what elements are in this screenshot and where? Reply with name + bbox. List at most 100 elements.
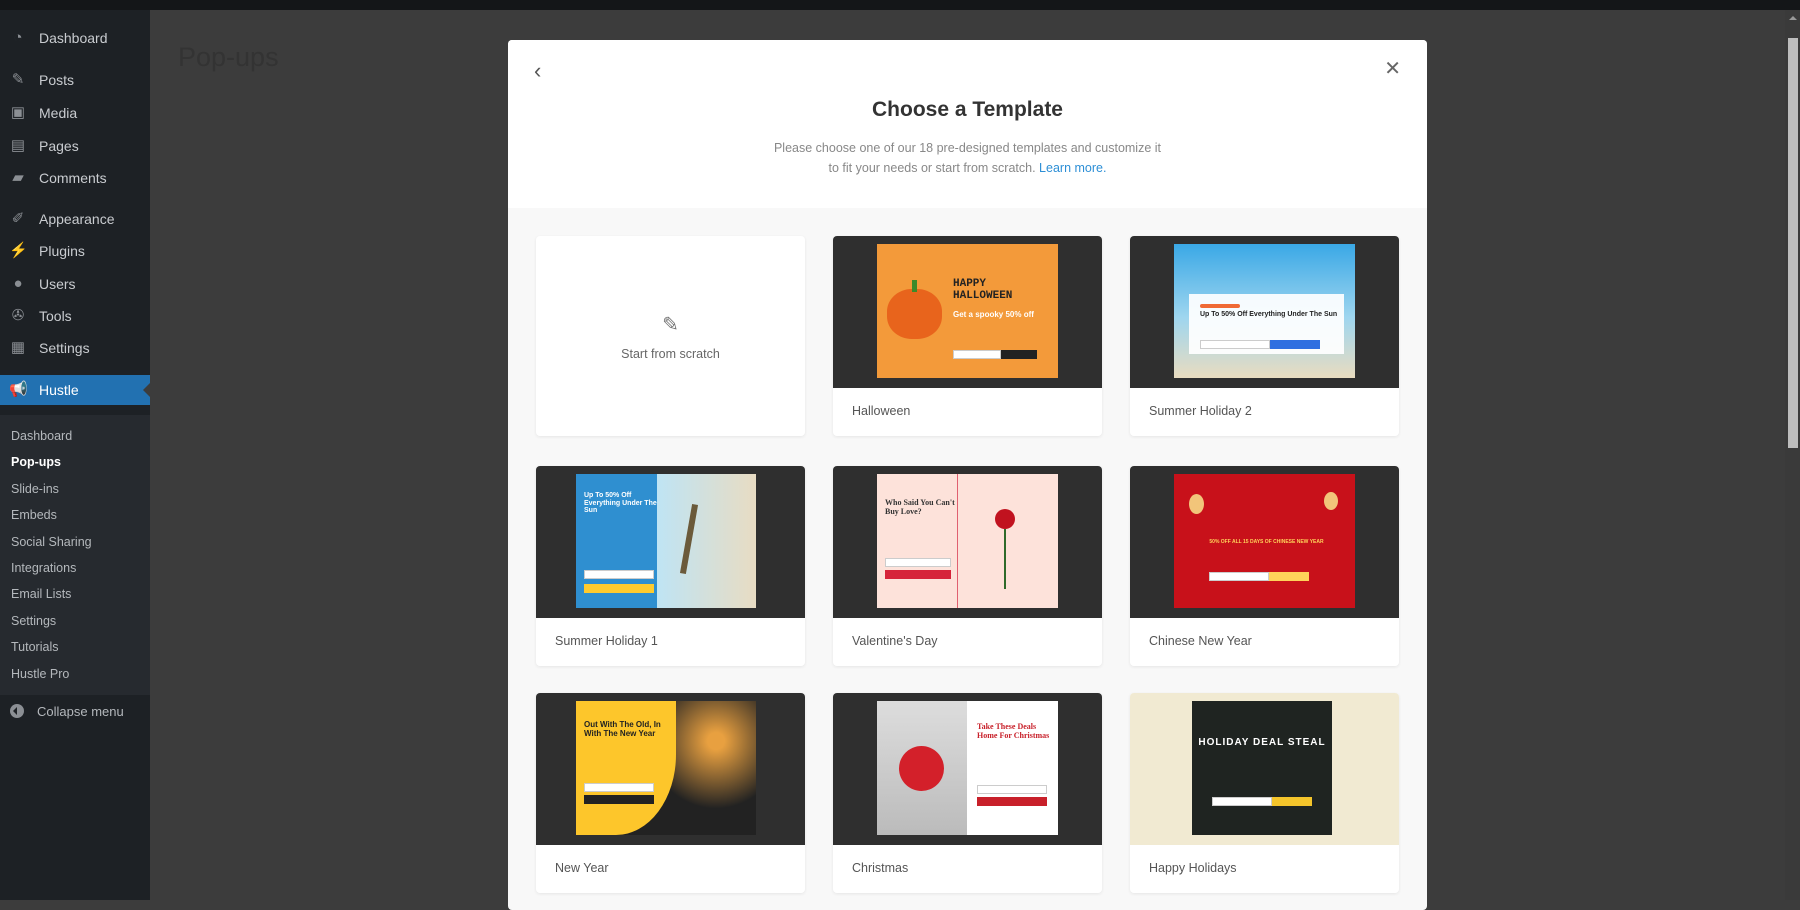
- preview-email-input: [885, 558, 951, 567]
- sidebar-item-plugins[interactable]: ⚡ Plugins: [0, 236, 150, 266]
- hustle-submenu: Dashboard Pop-ups Slide-ins Embeds Social Sh…: [0, 415, 150, 695]
- user-icon: ●: [13, 275, 23, 292]
- template-heading: 50% OFF ALL 15 DAYS OF CHINESE NEW YEAR: [1209, 539, 1324, 545]
- rose-icon: [995, 509, 1015, 529]
- start-from-scratch-card[interactable]: ✎ Start from scratch: [536, 236, 805, 436]
- preview-button: [1001, 350, 1037, 359]
- pages-icon: ▤: [10, 137, 26, 154]
- template-card-new-year[interactable]: Out With The Old, In With The New Year Ne…: [536, 693, 805, 893]
- template-heading: HOLIDAY DEAL STEAL: [1198, 737, 1326, 748]
- learn-more-link[interactable]: Learn more.: [1039, 161, 1106, 175]
- template-name: Chinese New Year: [1149, 634, 1252, 648]
- submenu-item-social-sharing[interactable]: Social Sharing: [11, 535, 92, 549]
- palm-tree-icon: [679, 504, 699, 574]
- template-preview: Who Said You Can't Buy Love?: [833, 466, 1102, 618]
- settings-icon: ▦: [10, 339, 26, 356]
- preview-email-input: [953, 350, 1001, 359]
- pin-icon: ✎: [11, 71, 25, 88]
- template-name: Summer Holiday 2: [1149, 404, 1252, 418]
- template-preview: Up To 50% Off Everything Under The Sun: [1130, 236, 1399, 388]
- template-preview: Up To 50% Off Everything Under The Sun: [536, 466, 805, 618]
- template-card-chinese-new-year[interactable]: 50% OFF ALL 15 DAYS OF CHINESE NEW YEAR C…: [1130, 466, 1399, 666]
- preview-email-input: [584, 570, 654, 579]
- sidebar-item-dashboard[interactable]: ◔ Dashboard: [0, 23, 150, 53]
- pencil-icon: ✎: [662, 313, 679, 336]
- submenu-item-tutorials[interactable]: Tutorials: [11, 640, 58, 654]
- sidebar-item-hustle[interactable]: 📢 Hustle: [0, 375, 150, 405]
- scrollbar-thumb[interactable]: [1788, 38, 1798, 448]
- template-card-halloween[interactable]: HAPPY HALLOWEEN Get a spooky 50% off Hallo…: [833, 236, 1102, 436]
- template-heading: Up To 50% Off Everything Under The Sun: [584, 492, 657, 515]
- sidebar-item-users[interactable]: ● Users: [0, 269, 150, 299]
- submenu-item-settings[interactable]: Settings: [11, 614, 56, 628]
- sidebar-item-pages[interactable]: ▤ Pages: [0, 131, 150, 161]
- lantern-icon: [1189, 494, 1204, 514]
- plugin-icon: ⚡: [9, 242, 28, 259]
- template-card-summer-holiday-1[interactable]: Up To 50% Off Everything Under The Sun Su…: [536, 466, 805, 666]
- template-card-summer-holiday-2[interactable]: Up To 50% Off Everything Under The Sun Su…: [1130, 236, 1399, 436]
- sidebar-item-tools[interactable]: ✇ Tools: [0, 301, 150, 331]
- dashboard-icon: ◔: [13, 29, 23, 46]
- preview-button: [1270, 340, 1320, 349]
- sidebar-item-media[interactable]: ▣ Media: [0, 98, 150, 128]
- megaphone-icon: 📢: [9, 381, 28, 398]
- scroll-up-icon[interactable]: [1789, 16, 1797, 20]
- preview-button: [1272, 797, 1312, 806]
- submenu-item-hustle-pro[interactable]: Hustle Pro: [11, 667, 69, 681]
- collapse-icon: [10, 704, 24, 718]
- template-card-christmas[interactable]: Take These Deals Home For Christmas Chris…: [833, 693, 1102, 893]
- preview-email-input: [1200, 340, 1270, 349]
- sidebar-item-posts[interactable]: ✎ Posts: [0, 65, 150, 95]
- preview-email-input: [1212, 797, 1272, 806]
- sidebar-item-appearance[interactable]: ✐ Appearance: [0, 204, 150, 234]
- submenu-item-embeds[interactable]: Embeds: [11, 508, 57, 522]
- template-preview: Out With The Old, In With The New Year: [536, 693, 805, 845]
- preview-email-input: [977, 785, 1047, 794]
- template-preview: HAPPY HALLOWEEN Get a spooky 50% off: [833, 236, 1102, 388]
- template-heading: Out With The Old, In With The New Year: [584, 720, 661, 738]
- template-name: Valentine's Day: [852, 634, 938, 648]
- preview-button: [885, 570, 951, 579]
- preview-email-input: [1209, 572, 1269, 581]
- preview-button: [1269, 572, 1309, 581]
- modal-subtitle: Please choose one of our 18 pre-designed…: [773, 141, 1162, 175]
- submenu-item-email-lists[interactable]: Email Lists: [11, 587, 71, 601]
- preview-email-input: [584, 783, 654, 792]
- sidebar-item-settings[interactable]: ▦ Settings: [0, 333, 150, 363]
- modal-header: ‹ ✕ Choose a Template Please choose one …: [508, 40, 1427, 208]
- template-name: New Year: [555, 861, 609, 875]
- admin-sidebar: ◔ Dashboard ✎ Posts ▣ Media ▤ Pages ▰ Comments ✐ Ap…: [0, 10, 150, 900]
- sidebar-item-comments[interactable]: ▰ Comments: [0, 163, 150, 193]
- brush-icon: ✐: [11, 210, 25, 227]
- template-name: Summer Holiday 1: [555, 634, 658, 648]
- template-name: Halloween: [852, 404, 911, 418]
- submenu-item-dashboard[interactable]: Dashboard: [11, 429, 72, 443]
- gift-bag-icon: [899, 746, 944, 791]
- template-card-valentine-s-day[interactable]: Who Said You Can't Buy Love? Valentine's …: [833, 466, 1102, 666]
- template-preview: HOLIDAY DEAL STEAL: [1130, 693, 1399, 845]
- template-heading: HAPPY HALLOWEEN: [953, 278, 1013, 303]
- choose-template-modal: ‹ ✕ Choose a Template Please choose one …: [508, 40, 1427, 910]
- page-title: Pop-ups: [178, 42, 279, 72]
- page-scrollbar[interactable]: [1785, 10, 1800, 900]
- template-heading: Who Said You Can't Buy Love?: [885, 498, 955, 516]
- collapse-menu-button[interactable]: Collapse menu: [0, 698, 150, 724]
- modal-title: Choose a Template: [872, 98, 1063, 121]
- submenu-item-integrations[interactable]: Integrations: [11, 561, 76, 575]
- admin-bar: [0, 0, 1800, 10]
- back-chevron-icon[interactable]: ‹: [534, 58, 541, 84]
- template-card-happy-holidays[interactable]: HOLIDAY DEAL STEAL Happy Holidays: [1130, 693, 1399, 893]
- template-name: Happy Holidays: [1149, 861, 1237, 875]
- template-name: Christmas: [852, 861, 909, 875]
- comment-icon: ▰: [12, 169, 24, 186]
- wrench-icon: ✇: [11, 307, 25, 324]
- pumpkin-icon: [887, 289, 942, 339]
- submenu-item-slide-ins[interactable]: Slide-ins: [11, 482, 59, 496]
- template-heading: Up To 50% Off Everything Under The Sun: [1200, 311, 1338, 318]
- template-preview: Take These Deals Home For Christmas: [833, 693, 1102, 845]
- template-heading: Take These Deals Home For Christmas: [977, 722, 1050, 740]
- submenu-item-pop-ups[interactable]: Pop-ups: [11, 455, 61, 469]
- preview-button: [584, 584, 654, 593]
- close-icon[interactable]: ✕: [1384, 56, 1401, 81]
- preview-button: [584, 795, 654, 804]
